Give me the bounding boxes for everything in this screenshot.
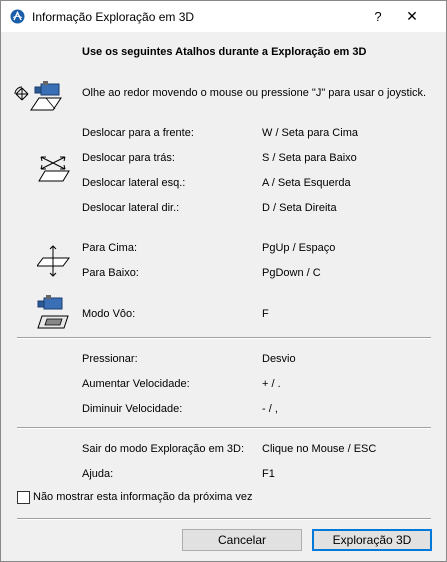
close-button[interactable]: ✕ <box>397 1 427 32</box>
explore-3d-button[interactable]: Exploração 3D <box>312 529 432 551</box>
speed-press-label: Pressionar: <box>82 353 138 365</box>
speed-increase-label: Aumentar Velocidade: <box>82 378 190 390</box>
footer-divider <box>17 518 431 520</box>
strafe-left-value: A / Seta Esquerda <box>262 177 351 189</box>
speed-decrease-label: Diminuir Velocidade: <box>82 403 183 415</box>
shortcuts-heading: Use os seguintes Atalhos durante a Explo… <box>82 46 367 58</box>
speed-increase-value: + / . <box>262 378 281 390</box>
move-arrows-icon <box>38 156 70 182</box>
cancel-button[interactable]: Cancelar <box>182 529 302 551</box>
window-title: Informação Exploração em 3D <box>32 10 195 24</box>
dont-show-label[interactable]: Não mostrar esta informação da próxima v… <box>33 491 252 503</box>
strafe-left-label: Deslocar lateral esq.: <box>82 177 186 189</box>
move-down-value: PgDown / C <box>262 267 321 279</box>
move-up-value: PgUp / Espaço <box>262 242 336 254</box>
fly-mode-camera-icon <box>37 295 69 329</box>
move-back-value: S / Seta para Baixo <box>262 152 357 164</box>
move-back-label: Deslocar para trás: <box>82 152 175 164</box>
strafe-right-label: Deslocar lateral dir.: <box>82 202 180 214</box>
strafe-right-value: D / Seta Direita <box>262 202 337 214</box>
app-icon <box>10 9 25 24</box>
title-bar: Informação Exploração em 3D ? ✕ <box>1 1 446 32</box>
dont-show-checkbox[interactable] <box>17 491 30 504</box>
move-up-label: Para Cima: <box>82 242 138 254</box>
speed-decrease-value: - / , <box>262 403 278 415</box>
section-divider <box>17 427 431 429</box>
dialog-window: Informação Exploração em 3D ? ✕ Use os s… <box>0 0 447 562</box>
intro-text: Olhe ao redor movendo o mouse ou pressio… <box>82 87 427 99</box>
speed-press-value: Desvio <box>262 353 296 365</box>
up-down-arrows-icon <box>37 245 70 277</box>
move-forward-label: Deslocar para a frente: <box>82 127 194 139</box>
move-forward-value: W / Seta para Cima <box>262 127 358 139</box>
dialog-content: Use os seguintes Atalhos durante a Explo… <box>1 32 446 561</box>
fly-mode-label: Modo Vôo: <box>82 308 136 320</box>
help-label: Ajuda: <box>82 468 114 480</box>
move-down-label: Para Baixo: <box>82 267 139 279</box>
help-value: F1 <box>262 468 275 480</box>
section-divider <box>17 337 431 339</box>
fly-mode-value: F <box>262 308 269 320</box>
help-button[interactable]: ? <box>363 1 393 32</box>
exit-label: Sair do modo Exploração em 3D: <box>82 443 245 455</box>
exit-value: Clique no Mouse / ESC <box>262 443 377 455</box>
camera-look-around-icon <box>14 81 62 111</box>
